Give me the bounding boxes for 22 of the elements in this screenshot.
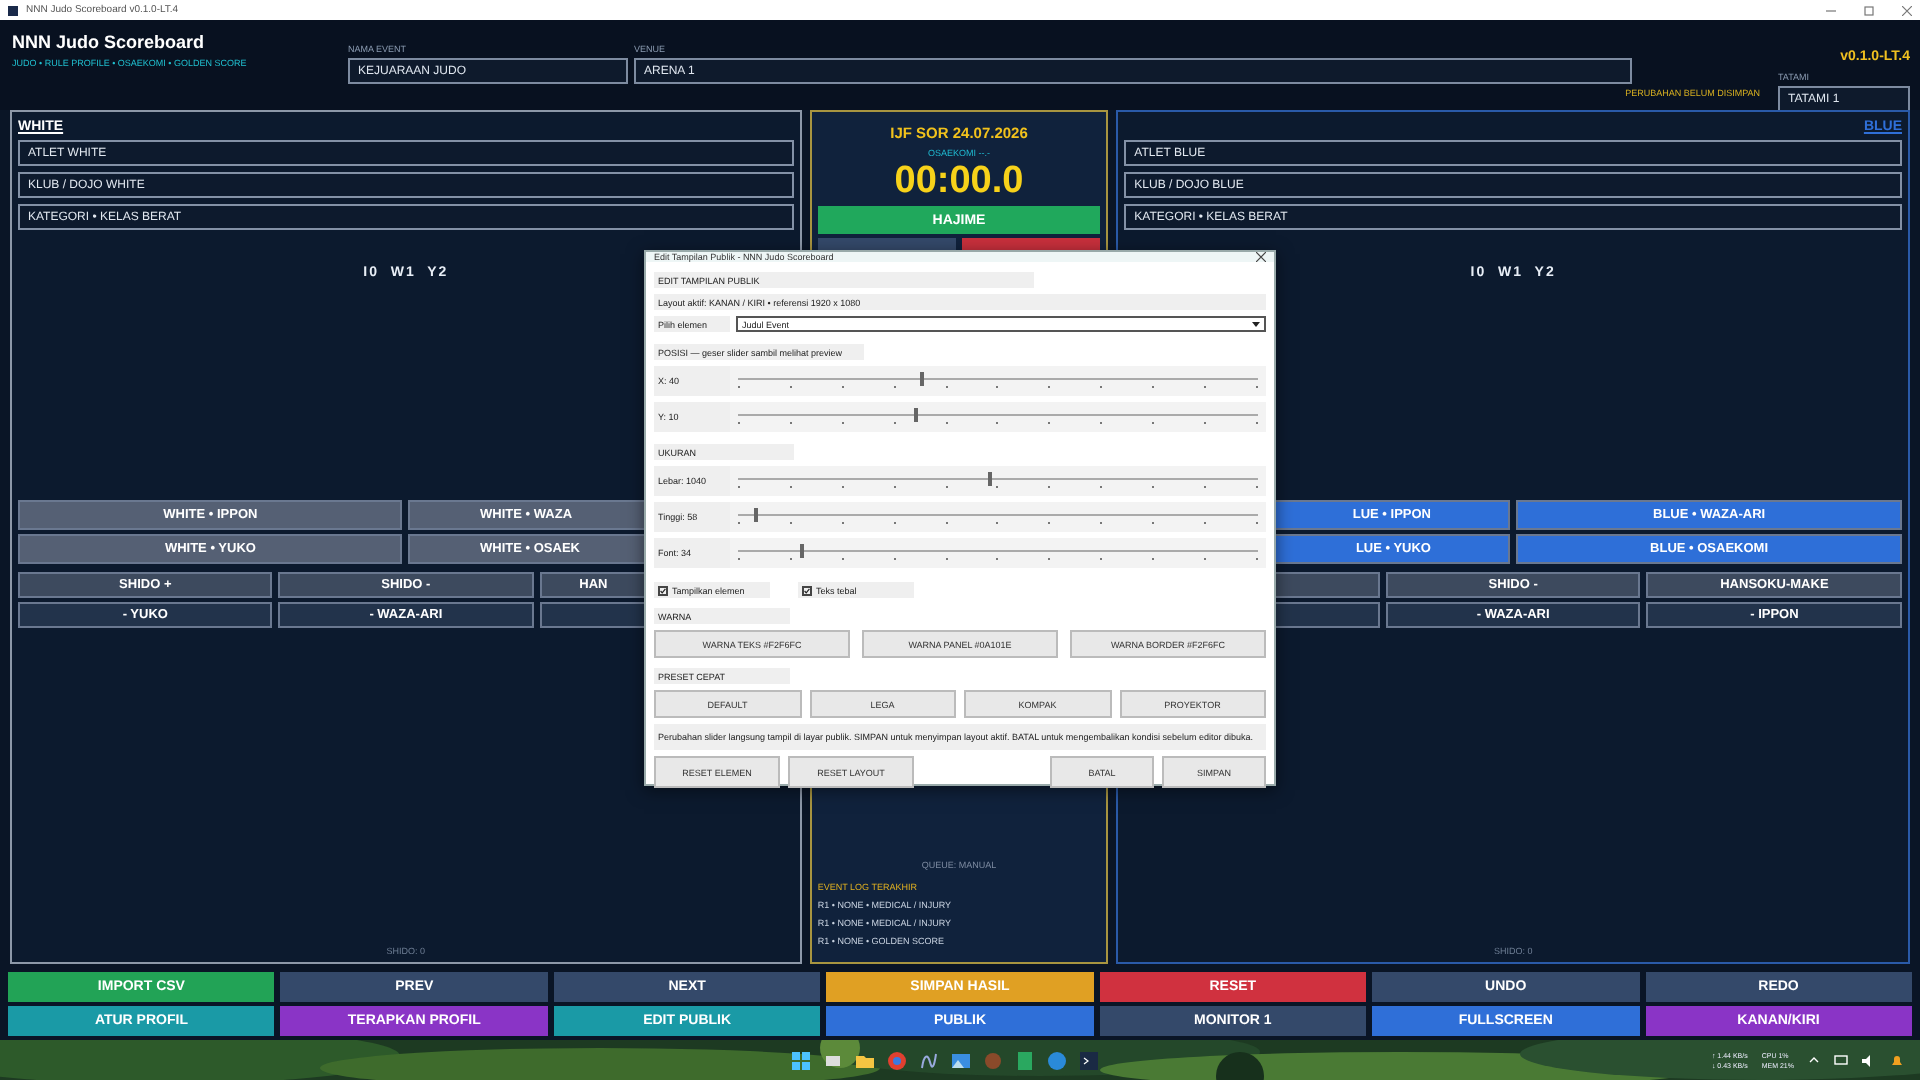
wave-icon[interactable] bbox=[920, 1051, 938, 1069]
globe-icon[interactable] bbox=[888, 1051, 906, 1069]
chevron-icon[interactable] bbox=[1808, 1054, 1820, 1066]
slider-thumb[interactable] bbox=[800, 544, 805, 558]
checkbox[interactable] bbox=[658, 585, 668, 595]
globe-icon[interactable] bbox=[1048, 1051, 1066, 1069]
close-icon[interactable] bbox=[1256, 252, 1266, 262]
slider-thumb[interactable] bbox=[914, 408, 919, 422]
checkbox[interactable] bbox=[802, 585, 812, 595]
slider-thumb[interactable] bbox=[987, 472, 992, 486]
app-title: NNN Judo Scoreboard bbox=[12, 32, 207, 52]
monitor-icon[interactable] bbox=[1834, 1053, 1848, 1067]
maximize-icon[interactable] bbox=[1864, 5, 1874, 15]
window-icon[interactable] bbox=[824, 1051, 842, 1069]
speaker-icon[interactable] bbox=[1862, 1053, 1876, 1067]
app-icon bbox=[8, 5, 18, 15]
dropdown-icon bbox=[1252, 320, 1260, 328]
match-clock: 00:00.0 bbox=[894, 160, 1024, 204]
bell-icon[interactable] bbox=[1890, 1053, 1904, 1067]
close-icon[interactable] bbox=[1902, 5, 1912, 15]
slider-thumb[interactable] bbox=[753, 508, 758, 522]
start-icon[interactable] bbox=[792, 1051, 810, 1069]
